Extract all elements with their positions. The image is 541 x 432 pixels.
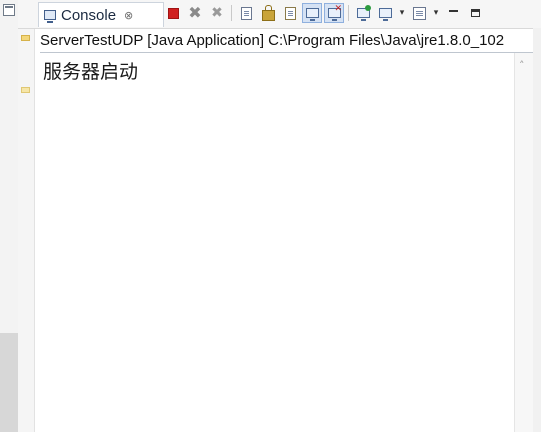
document-lines-icon bbox=[240, 6, 252, 20]
scroll-lock-button[interactable] bbox=[258, 3, 278, 23]
maximize-icon bbox=[470, 9, 480, 17]
overview-ruler bbox=[18, 28, 35, 432]
red-x-icon: ✕ bbox=[334, 4, 342, 14]
vertical-scrollbar[interactable]: ˄ bbox=[514, 53, 534, 432]
show-console-on-stdout-button[interactable] bbox=[302, 3, 322, 23]
display-console-dropdown[interactable]: ▾ bbox=[397, 3, 407, 23]
terminate-button[interactable] bbox=[163, 3, 183, 23]
console-icon bbox=[44, 10, 56, 23]
new-console-icon bbox=[412, 6, 426, 20]
word-wrap-button[interactable] bbox=[280, 3, 300, 23]
monitor-icon bbox=[378, 8, 392, 21]
maximize-button[interactable] bbox=[465, 3, 485, 23]
toolbar-separator bbox=[231, 5, 232, 21]
tab-label: Console bbox=[61, 6, 117, 24]
restore-icon[interactable] bbox=[3, 4, 15, 16]
document-wrap-icon bbox=[284, 6, 296, 20]
close-icon[interactable]: ⊗ bbox=[124, 9, 133, 22]
clear-console-button[interactable] bbox=[236, 3, 256, 23]
chevron-down-icon: ▾ bbox=[399, 8, 405, 18]
lock-icon bbox=[261, 4, 275, 21]
minimize-button[interactable] bbox=[443, 3, 463, 23]
console-line: 服务器启动 bbox=[43, 61, 139, 83]
open-console-button[interactable] bbox=[409, 3, 429, 23]
tab-console[interactable]: Console ⊗ bbox=[38, 2, 164, 27]
toolbar-separator bbox=[348, 5, 349, 21]
remove-all-terminated-button[interactable]: ✖ bbox=[207, 3, 227, 23]
open-console-dropdown[interactable]: ▾ bbox=[431, 3, 441, 23]
scroll-up-icon[interactable]: ˄ bbox=[519, 59, 525, 72]
launch-description: ServerTestUDP [Java Application] C:\Prog… bbox=[40, 32, 534, 53]
remove-launch-button[interactable]: ✖ bbox=[185, 3, 205, 23]
minimize-icon bbox=[448, 10, 458, 12]
double-gray-x-icon: ✖ bbox=[211, 5, 223, 21]
pin-icon bbox=[365, 5, 371, 11]
stop-square-icon bbox=[167, 7, 179, 19]
ruler-marker[interactable] bbox=[21, 35, 30, 41]
right-edge bbox=[533, 28, 541, 432]
chevron-down-icon: ▾ bbox=[433, 8, 439, 18]
console-toolbar: ✖ ✖ ✕ ▾ ▾ bbox=[163, 3, 487, 23]
gray-x-icon: ✖ bbox=[188, 3, 202, 22]
display-selected-console-button[interactable] bbox=[375, 3, 395, 23]
console-output[interactable]: 服务器启动 bbox=[36, 53, 514, 432]
left-trim-stack bbox=[0, 0, 19, 432]
screen-stdout-icon bbox=[305, 8, 319, 21]
trim-scroll-area bbox=[0, 333, 18, 432]
show-console-on-stderr-button[interactable]: ✕ bbox=[324, 3, 344, 23]
pin-console-button[interactable] bbox=[353, 3, 373, 23]
eclipse-console-view: Console ⊗ ✖ ✖ ✕ ▾ ▾ ServerTestUDP [Java … bbox=[0, 0, 541, 432]
ruler-marker[interactable] bbox=[21, 87, 30, 93]
